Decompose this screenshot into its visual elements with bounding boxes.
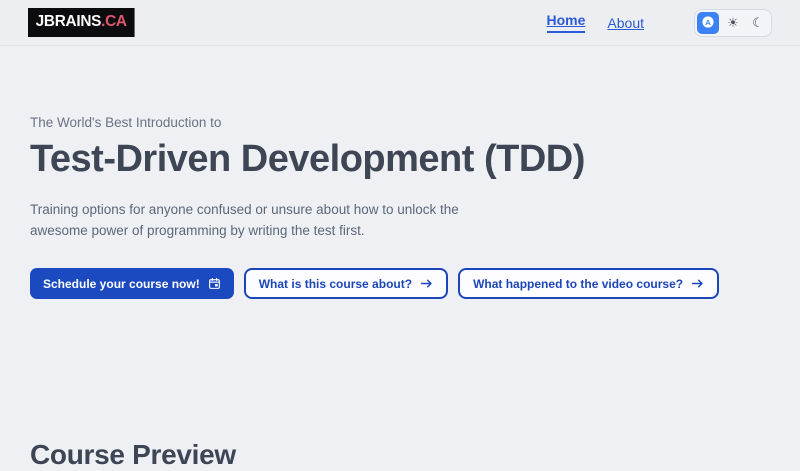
svg-text:A: A — [705, 17, 711, 26]
schedule-course-label: Schedule your course now! — [43, 277, 200, 291]
video-course-button[interactable]: What happened to the video course? — [458, 268, 719, 299]
theme-toggle-group: A ☀ ☾ — [694, 9, 772, 37]
hero-eyebrow: The World's Best Introduction to — [30, 114, 650, 132]
course-preview-heading: Course Preview — [30, 439, 236, 471]
site-header: JBRAINS.CA Home About A ☀ ☾ — [0, 0, 800, 46]
arrow-right-icon — [691, 277, 704, 290]
theme-light-button[interactable]: ☀ — [722, 12, 744, 34]
video-course-label: What happened to the video course? — [473, 277, 683, 291]
main-nav: Home About A ☀ ☾ — [547, 9, 773, 37]
nav-link-about[interactable]: About — [607, 15, 644, 31]
arrow-right-icon — [420, 277, 433, 290]
hero-description: Training options for anyone confused or … — [30, 199, 650, 241]
theme-dark-button[interactable]: ☾ — [747, 12, 769, 34]
nav-link-home[interactable]: Home — [547, 12, 586, 33]
course-about-label: What is this course about? — [259, 277, 412, 291]
hero-description-line-2: awesome power of programming by writing … — [30, 223, 365, 238]
site-logo[interactable]: JBRAINS.CA — [28, 8, 134, 37]
logo-name: JBRAINS — [36, 13, 101, 30]
theme-auto-button[interactable]: A — [697, 12, 719, 34]
schedule-course-button[interactable]: Schedule your course now! — [30, 268, 234, 299]
sun-icon: ☀ — [727, 16, 739, 29]
logo-tld: .CA — [101, 13, 127, 30]
calendar-icon — [208, 277, 221, 290]
cta-button-row: Schedule your course now! What is this c… — [30, 268, 650, 299]
hero-section: The World's Best Introduction to Test-Dr… — [30, 114, 650, 299]
course-about-button[interactable]: What is this course about? — [244, 268, 448, 299]
hero-description-line-1: Training options for anyone confused or … — [30, 202, 459, 217]
moon-icon: ☾ — [752, 16, 764, 29]
page-title: Test-Driven Development (TDD) — [30, 137, 650, 182]
auto-theme-icon: A — [701, 15, 715, 31]
